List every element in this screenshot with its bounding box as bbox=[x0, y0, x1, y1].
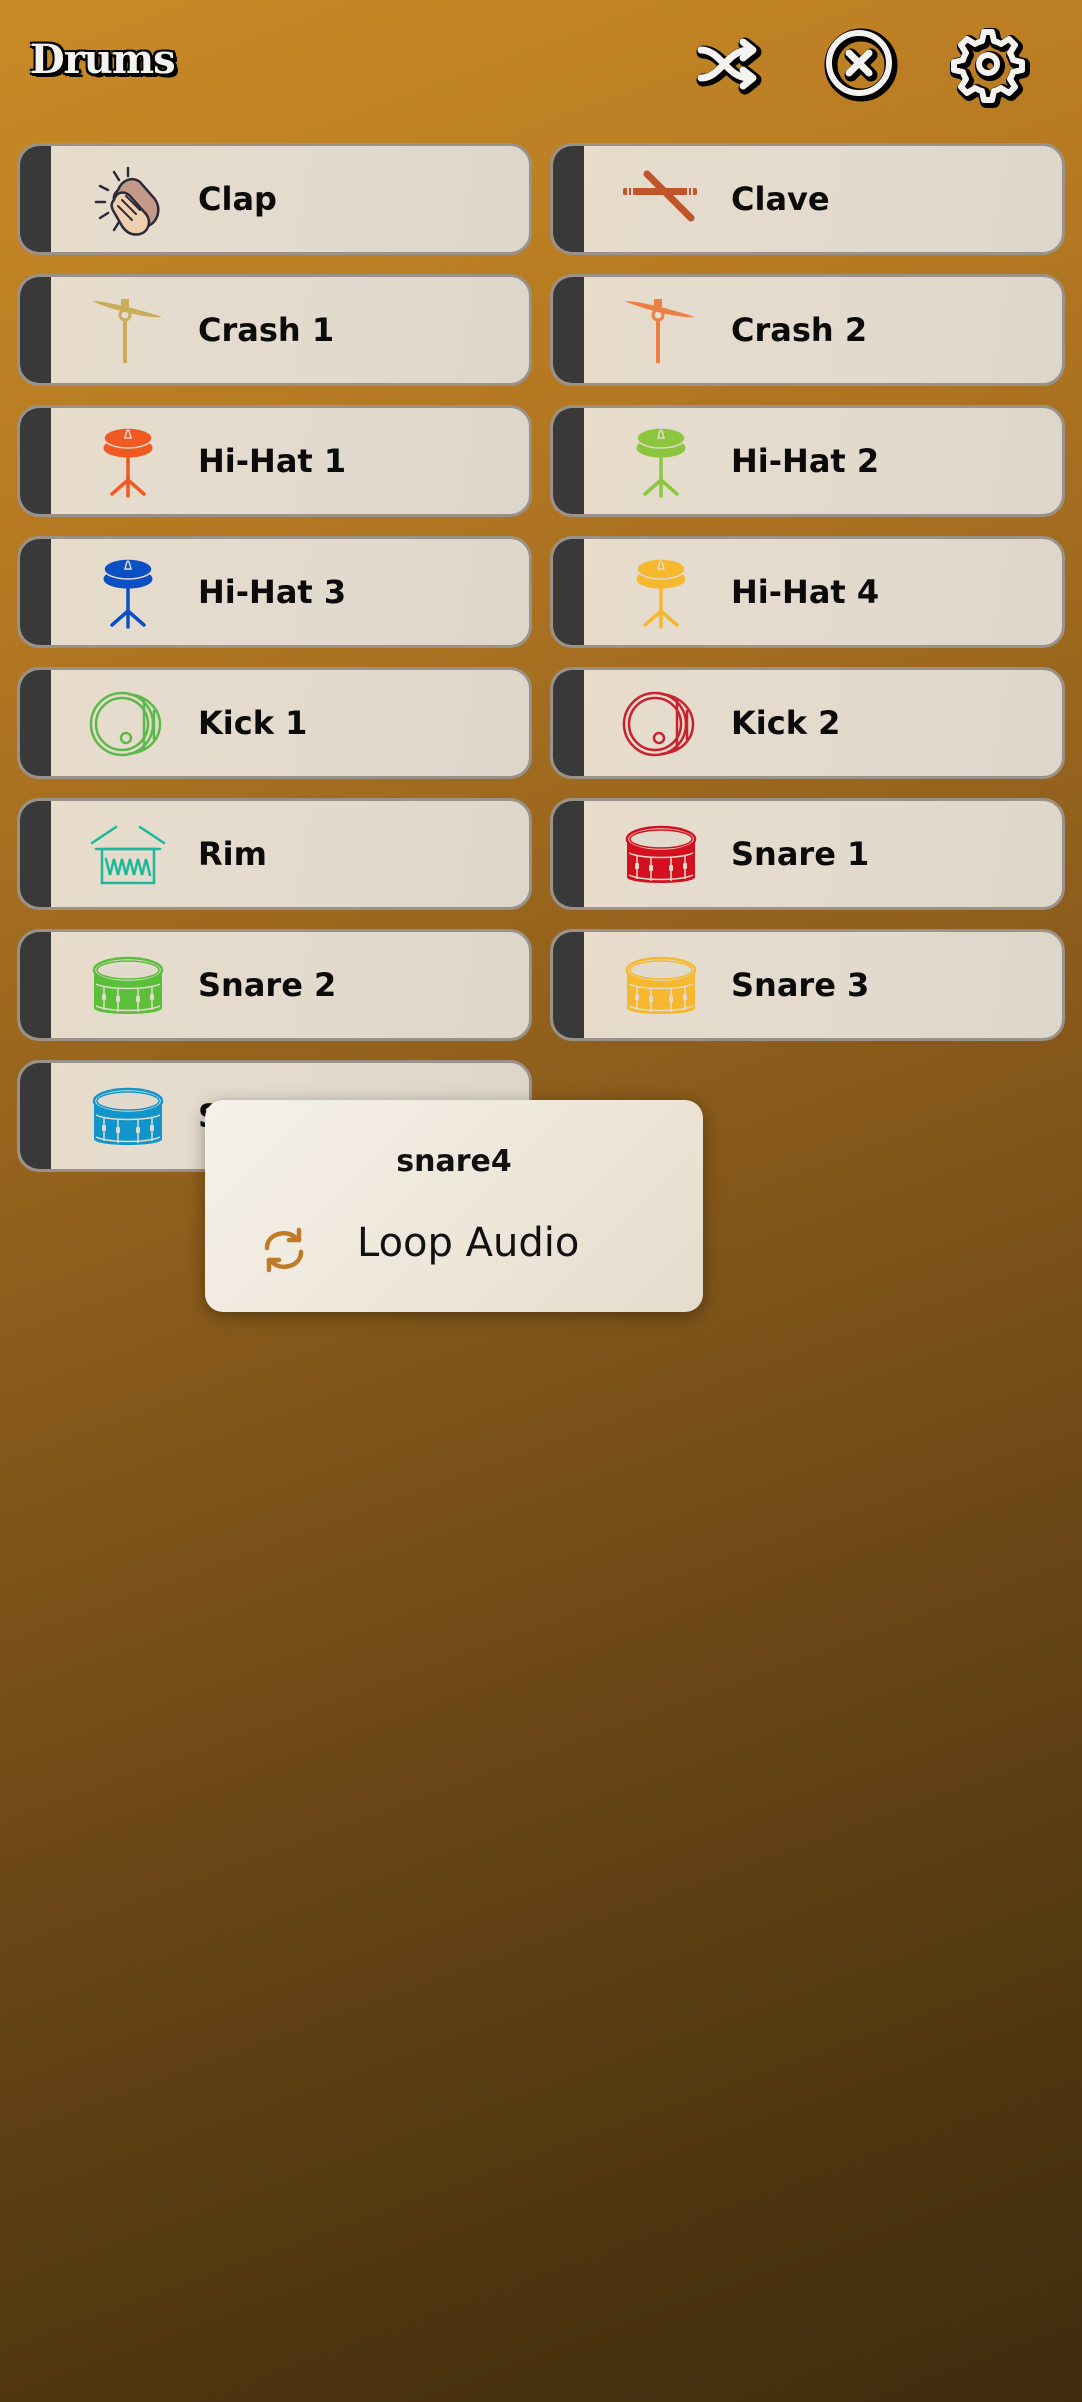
pad-stripe bbox=[20, 1063, 51, 1169]
hihat-icon bbox=[621, 553, 701, 633]
pad-crash-2[interactable]: Crash 2 bbox=[550, 274, 1065, 386]
pad-label: Crash 2 bbox=[731, 311, 868, 349]
pad-stripe bbox=[20, 146, 51, 252]
pad-label: Clap bbox=[198, 180, 277, 218]
pad-hi-hat-4[interactable]: Hi-Hat 4 bbox=[550, 536, 1065, 648]
pad-stripe bbox=[20, 801, 51, 907]
cymbal-icon bbox=[88, 291, 168, 371]
pad-stripe bbox=[553, 801, 584, 907]
pad-crash-1[interactable]: Crash 1 bbox=[17, 274, 532, 386]
pad-label: Kick 1 bbox=[198, 704, 308, 742]
pad-clap[interactable]: Clap bbox=[17, 143, 532, 255]
pad-rim[interactable]: Rim bbox=[17, 798, 532, 910]
snare-drum-icon bbox=[88, 946, 168, 1026]
pad-label: Hi-Hat 1 bbox=[198, 442, 347, 480]
loop-audio-menu-item[interactable]: Loop Audio bbox=[205, 1210, 703, 1290]
clave-icon bbox=[621, 160, 701, 240]
settings-button[interactable] bbox=[950, 26, 1026, 102]
pad-label: Clave bbox=[731, 180, 830, 218]
pad-stripe bbox=[20, 539, 51, 645]
shuffle-icon bbox=[696, 37, 762, 95]
pad-stripe bbox=[553, 539, 584, 645]
close-circle-icon bbox=[824, 28, 898, 102]
pad-label: Snare 3 bbox=[731, 966, 870, 1004]
rim-drum-icon bbox=[88, 815, 168, 895]
kick-drum-icon bbox=[88, 684, 168, 764]
pad-snare-3[interactable]: Snare 3 bbox=[550, 929, 1065, 1041]
pad-stripe bbox=[20, 408, 51, 514]
pad-label: Snare 1 bbox=[731, 835, 870, 873]
pad-kick-1[interactable]: Kick 1 bbox=[17, 667, 532, 779]
menu-item-label: Loop Audio bbox=[357, 1220, 580, 1266]
pad-label: Kick 2 bbox=[731, 704, 841, 742]
pad-kick-2[interactable]: Kick 2 bbox=[550, 667, 1065, 779]
pad-stripe bbox=[553, 408, 584, 514]
shuffle-button[interactable] bbox=[693, 26, 769, 102]
pad-hi-hat-3[interactable]: Hi-Hat 3 bbox=[17, 536, 532, 648]
hihat-icon bbox=[88, 553, 168, 633]
snare-drum-icon bbox=[621, 946, 701, 1026]
pad-stripe bbox=[20, 670, 51, 776]
pad-stripe bbox=[553, 146, 584, 252]
pad-label: Rim bbox=[198, 835, 267, 873]
pad-stripe bbox=[553, 670, 584, 776]
clap-icon bbox=[88, 160, 168, 240]
context-menu-title: snare4 bbox=[396, 1144, 512, 1179]
stop-all-button[interactable] bbox=[822, 26, 898, 102]
pad-stripe bbox=[20, 932, 51, 1038]
app-title: Drums bbox=[30, 36, 176, 83]
kick-drum-icon bbox=[621, 684, 701, 764]
hihat-icon bbox=[621, 422, 701, 502]
pad-label: Hi-Hat 4 bbox=[731, 573, 880, 611]
pad-label: Crash 1 bbox=[198, 311, 335, 349]
pad-stripe bbox=[20, 277, 51, 383]
pad-label: Hi-Hat 2 bbox=[731, 442, 880, 480]
hihat-icon bbox=[88, 422, 168, 502]
pad-label: Snare 2 bbox=[198, 966, 337, 1004]
pad-label: Hi-Hat 3 bbox=[198, 573, 347, 611]
pad-hi-hat-2[interactable]: Hi-Hat 2 bbox=[550, 405, 1065, 517]
context-menu: snare4 Loop Audio bbox=[205, 1100, 703, 1312]
pad-hi-hat-1[interactable]: Hi-Hat 1 bbox=[17, 405, 532, 517]
cymbal-icon bbox=[621, 291, 701, 371]
snare-drum-icon bbox=[621, 815, 701, 895]
pad-clave[interactable]: Clave bbox=[550, 143, 1065, 255]
pad-stripe bbox=[553, 277, 584, 383]
pad-stripe bbox=[553, 932, 584, 1038]
pad-snare-2[interactable]: Snare 2 bbox=[17, 929, 532, 1041]
gear-icon bbox=[950, 26, 1026, 102]
snare-drum-icon bbox=[88, 1077, 168, 1157]
loop-icon bbox=[264, 1227, 304, 1273]
pad-snare-1[interactable]: Snare 1 bbox=[550, 798, 1065, 910]
